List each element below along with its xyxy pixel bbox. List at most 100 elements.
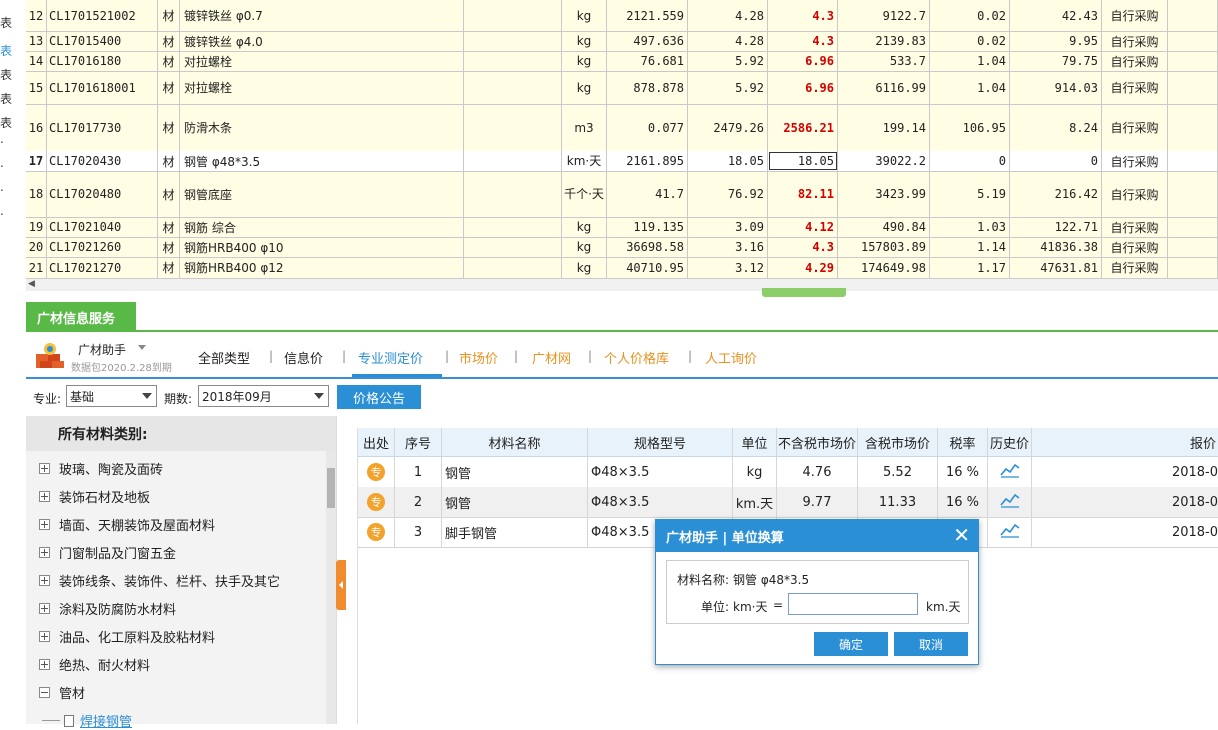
cell-name[interactable]: 镀锌铁丝 φ0.7 bbox=[180, 0, 464, 31]
grid-row[interactable]: 18 CL17020480 材钢管底座 千个·天 41.7 76.92 82.11 3423.… bbox=[26, 171, 1218, 218]
cell-empty[interactable] bbox=[1168, 104, 1218, 151]
tree-item[interactable]: 油品、化工原料及胶粘材料 bbox=[39, 627, 215, 646]
professional-source-icon[interactable]: 专 bbox=[367, 523, 385, 541]
cell-total[interactable]: 6116.99 bbox=[838, 71, 930, 104]
professional-source-icon[interactable]: 专 bbox=[367, 493, 385, 511]
cell-market[interactable]: 4.3 bbox=[768, 0, 838, 31]
cell-empty[interactable] bbox=[464, 104, 562, 151]
cell-tax[interactable]: 0.02 bbox=[930, 31, 1010, 51]
cell-total[interactable]: 490.84 bbox=[838, 217, 930, 237]
cell-total[interactable]: 533.7 bbox=[838, 51, 930, 71]
cell-tax[interactable]: 1.17 bbox=[930, 257, 1010, 278]
cell-diff[interactable]: 914.03 bbox=[1010, 71, 1102, 104]
expand-icon[interactable] bbox=[39, 547, 50, 558]
professional-source-icon[interactable]: 专 bbox=[367, 463, 385, 481]
strip-char[interactable]: 表 bbox=[0, 114, 12, 131]
cell-market[interactable]: 18.05 bbox=[768, 151, 838, 171]
cell-type[interactable]: 材 bbox=[158, 257, 180, 278]
cell-qty[interactable]: 76.681 bbox=[607, 51, 688, 71]
cell-name[interactable]: 钢管底座 bbox=[180, 171, 464, 217]
cell-market[interactable]: 4.12 bbox=[768, 217, 838, 237]
cell-price[interactable]: 5.92 bbox=[688, 51, 768, 71]
cell-price[interactable]: 4.28 bbox=[688, 31, 768, 51]
cell-price[interactable]: 5.92 bbox=[688, 71, 768, 104]
cell-total[interactable]: 199.14 bbox=[838, 104, 930, 151]
assistant-name[interactable]: 广材助手 bbox=[78, 341, 126, 358]
strip-char[interactable]: 表 bbox=[0, 14, 12, 31]
cell-diff[interactable]: 216.42 bbox=[1010, 171, 1102, 217]
strip-char[interactable]: 表 bbox=[0, 90, 12, 107]
cell-market[interactable]: 6.96 bbox=[768, 51, 838, 71]
cell-type[interactable]: 材 bbox=[158, 71, 180, 104]
cell-total[interactable]: 174649.98 bbox=[838, 257, 930, 278]
cell-empty[interactable] bbox=[1168, 237, 1218, 257]
cell-diff[interactable]: 122.71 bbox=[1010, 217, 1102, 237]
cell-unit[interactable]: kg bbox=[562, 71, 607, 104]
close-icon[interactable]: ✕ bbox=[953, 524, 970, 546]
cell-src[interactable]: 自行采购 bbox=[1102, 151, 1168, 171]
column-header[interactable]: 材料名称 bbox=[442, 428, 588, 456]
nav-professional-price[interactable]: 专业测定价 bbox=[358, 348, 423, 367]
column-header[interactable]: 历史价 bbox=[988, 428, 1032, 456]
conversion-input[interactable] bbox=[788, 593, 918, 615]
grid-row[interactable]: 19 CL17021040 材钢筋 综合 kg 119.135 3.09 4.12 490.8… bbox=[26, 217, 1218, 238]
collapse-tree-toggle[interactable] bbox=[336, 560, 346, 610]
cell-price[interactable]: 3.12 bbox=[688, 257, 768, 278]
cell-type[interactable]: 材 bbox=[158, 237, 180, 257]
strip-char[interactable]: 表 bbox=[0, 42, 12, 59]
cell-empty[interactable] bbox=[464, 217, 562, 237]
nav-personal-price-library[interactable]: 个人价格库 bbox=[604, 348, 669, 367]
cell-src[interactable]: 自行采购 bbox=[1102, 0, 1168, 31]
cell-name[interactable]: 对拉螺栓 bbox=[180, 51, 464, 71]
tree-item[interactable]: 装饰石材及地板 bbox=[39, 487, 150, 506]
cell-empty[interactable] bbox=[464, 151, 562, 171]
cell-diff[interactable]: 0 bbox=[1010, 151, 1102, 171]
cell-src[interactable]: 自行采购 bbox=[1102, 217, 1168, 237]
nav-all-types[interactable]: 全部类型 bbox=[198, 348, 250, 367]
cell-price[interactable]: 4.28 bbox=[688, 0, 768, 31]
cell-market[interactable]: 6.96 bbox=[768, 71, 838, 104]
grid-row[interactable]: 13 CL17015400 材镀锌铁丝 φ4.0 kg 497.636 4.28 4.3 21… bbox=[26, 31, 1218, 52]
cell-no[interactable]: 19 bbox=[26, 217, 47, 237]
expand-icon[interactable] bbox=[39, 631, 50, 642]
horizontal-scrollbar[interactable]: ◀ bbox=[26, 278, 1218, 291]
cell-market[interactable]: 4.3 bbox=[768, 237, 838, 257]
cell-qty[interactable]: 41.7 bbox=[607, 171, 688, 217]
tree-item[interactable]: 门窗制品及门窗五金 bbox=[39, 543, 176, 562]
cell-empty[interactable] bbox=[464, 51, 562, 71]
cell-no[interactable]: 16 bbox=[26, 104, 47, 151]
confirm-button[interactable]: 确定 bbox=[814, 632, 888, 656]
table-row[interactable]: 专 1 钢管 Φ48×3.5 kg 4.76 5.52 16 % 2018-0 bbox=[358, 457, 1218, 488]
column-header[interactable]: 单位 bbox=[733, 428, 777, 456]
cell-code[interactable]: CL17021270 bbox=[47, 257, 158, 278]
column-header[interactable]: 序号 bbox=[395, 428, 442, 456]
cell-name[interactable]: 防滑木条 bbox=[180, 104, 464, 151]
cell-price[interactable]: 3.09 bbox=[688, 217, 768, 237]
cell-qty[interactable]: 40710.95 bbox=[607, 257, 688, 278]
expand-icon[interactable] bbox=[39, 575, 50, 586]
cell-empty[interactable] bbox=[1168, 151, 1218, 171]
table-row[interactable]: 专 2 钢管 Φ48×3.5 km.天 9.77 11.33 16 % 2018-0 bbox=[358, 487, 1218, 518]
column-header[interactable]: 含税市场价 bbox=[858, 428, 938, 456]
price-notice-button[interactable]: 价格公告 bbox=[337, 385, 421, 409]
grid-row[interactable]: 12 CL1701521002 材镀锌铁丝 φ0.7 kg 2121.559 4.28 4.… bbox=[26, 0, 1218, 32]
column-header[interactable]: 规格型号 bbox=[588, 428, 733, 456]
grid-row[interactable]: 17 CL17020430 材钢管 φ48*3.5 km·天 2161.895 18.05… bbox=[26, 151, 1218, 172]
cell-diff[interactable]: 47631.81 bbox=[1010, 257, 1102, 278]
cell-src[interactable]: 自行采购 bbox=[1102, 171, 1168, 217]
tree-item[interactable]: 管材 bbox=[39, 683, 85, 702]
cell-no[interactable]: 18 bbox=[26, 171, 47, 217]
nav-guangcai-web[interactable]: 广材网 bbox=[532, 348, 571, 367]
column-header[interactable]: 出处 bbox=[358, 428, 395, 456]
cell-unit[interactable]: m3 bbox=[562, 104, 607, 151]
collapse-icon[interactable] bbox=[39, 687, 50, 698]
cancel-button[interactable]: 取消 bbox=[894, 632, 968, 656]
period-select[interactable]: 2018年09月 bbox=[198, 385, 329, 407]
column-header[interactable]: 不含税市场价 bbox=[777, 428, 858, 456]
cell-name[interactable]: 钢管 φ48*3.5 bbox=[180, 151, 464, 171]
cell-tax[interactable]: 1.03 bbox=[930, 217, 1010, 237]
cell-code[interactable]: CL17020430 bbox=[47, 151, 158, 171]
cell-qty[interactable]: 119.135 bbox=[607, 217, 688, 237]
cell-diff[interactable]: 42.43 bbox=[1010, 0, 1102, 31]
cell-src[interactable]: 自行采购 bbox=[1102, 237, 1168, 257]
